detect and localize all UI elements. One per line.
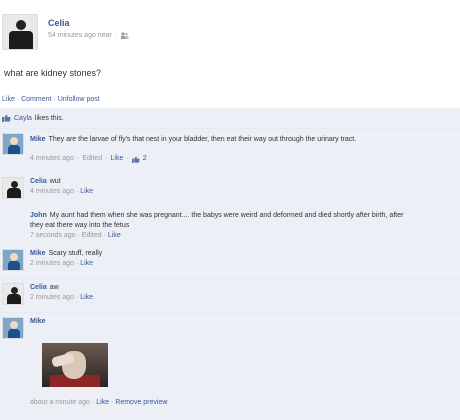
commenter-name[interactable]: Mike	[30, 250, 46, 257]
comment-like-link[interactable]: Like	[80, 260, 93, 267]
comment-meta: 2 minutes ago · Like	[30, 260, 94, 267]
likes-row: Cayla likes this.	[2, 114, 64, 122]
edited-label: Edited	[82, 155, 103, 162]
thumbs-up-icon	[131, 155, 140, 163]
like-link[interactable]: Like	[2, 96, 15, 103]
post-text: what are kidney stones?	[4, 68, 102, 78]
commenter-name[interactable]: Celia	[30, 284, 47, 291]
thumbs-up-icon	[2, 114, 11, 122]
comment-meta: 4 minutes ago · Edited · Like · 2	[30, 154, 147, 164]
comment-like-link[interactable]: Like	[80, 188, 93, 195]
edited-label: Edited	[81, 232, 102, 239]
link-preview-image[interactable]	[42, 343, 108, 387]
comment-time[interactable]: 4 minutes ago	[30, 154, 74, 164]
comment-text: aw	[49, 284, 59, 291]
comment-text: Scary stuff, really	[48, 250, 103, 257]
comment-meta: 7 seconds ago · Edited · Like	[30, 232, 121, 239]
post-header: Celia 54 minutes ago near ·	[0, 8, 460, 50]
post-author-name[interactable]: Celia	[48, 18, 70, 28]
comment-content: Mike They are the larvae of fly's that ne…	[30, 133, 450, 164]
comment-content: Mike	[30, 317, 450, 327]
comment-link[interactable]: Comment	[21, 96, 51, 103]
commenter-name[interactable]: Mike	[30, 318, 46, 325]
comment-like-count[interactable]: 2	[143, 154, 147, 164]
commenter-avatar[interactable]	[2, 283, 24, 305]
liker-name[interactable]: Cayla	[14, 115, 32, 122]
comment-text: My aunt had them when she was pregnant..…	[30, 212, 404, 229]
commenter-avatar[interactable]	[2, 249, 24, 271]
post-time[interactable]: 54 minutes ago near	[48, 32, 112, 39]
comment: Celia wut 4 minutes ago · Like	[0, 172, 460, 204]
comment-time[interactable]: 2 minutes ago	[30, 294, 74, 301]
unfollow-link[interactable]: Unfollow post	[58, 96, 100, 103]
friends-icon	[121, 32, 129, 39]
comment-like-link[interactable]: Like	[80, 294, 93, 301]
comment-content: Celia wut 4 minutes ago · Like	[30, 177, 450, 197]
comment: John My aunt had them when she was pregna…	[0, 206, 460, 242]
comment-time[interactable]: 7 seconds ago	[30, 232, 76, 239]
remove-preview-link[interactable]: Remove preview	[115, 399, 167, 406]
comment-text: They are the larvae of fly's that nest i…	[48, 136, 357, 143]
comment-content: Celia aw 2 minutes ago · Like	[30, 283, 450, 303]
comment-content: Mike Scary stuff, really 2 minutes ago · …	[30, 249, 450, 269]
comment-time[interactable]: 2 minutes ago	[30, 260, 74, 267]
comment-meta: about a minute ago · Like · Remove previ…	[30, 399, 168, 406]
comment-time[interactable]: about a minute ago	[30, 399, 90, 406]
commenter-avatar[interactable]	[2, 177, 24, 199]
comment-meta: 4 minutes ago · Like	[30, 188, 94, 195]
commenter-name[interactable]: John	[30, 212, 47, 219]
commenter-name[interactable]: Mike	[30, 136, 46, 143]
post-actions: Like · Comment · Unfollow post	[2, 96, 100, 103]
comment-time[interactable]: 4 minutes ago	[30, 188, 74, 195]
likes-text: likes this.	[34, 114, 64, 122]
commenter-avatar[interactable]	[2, 133, 24, 155]
comment: Celia aw 2 minutes ago · Like	[0, 278, 460, 310]
comment-like-link[interactable]: Like	[108, 232, 121, 239]
comment-like-link[interactable]: Like	[111, 154, 124, 164]
comment: Mike Scary stuff, really 2 minutes ago · …	[0, 244, 460, 276]
comment-meta: 2 minutes ago · Like	[30, 294, 94, 301]
comment-text: wut	[49, 178, 61, 185]
comment-like-link[interactable]: Like	[96, 399, 109, 406]
comment: Mike They are the larvae of fly's that ne…	[0, 128, 460, 170]
commenter-name[interactable]: Celia	[30, 178, 47, 185]
post-author-avatar[interactable]	[2, 14, 38, 50]
comment-content: John My aunt had them when she was pregna…	[30, 211, 410, 241]
commenter-avatar[interactable]	[2, 317, 24, 339]
post-timestamp: 54 minutes ago near ·	[48, 32, 129, 39]
